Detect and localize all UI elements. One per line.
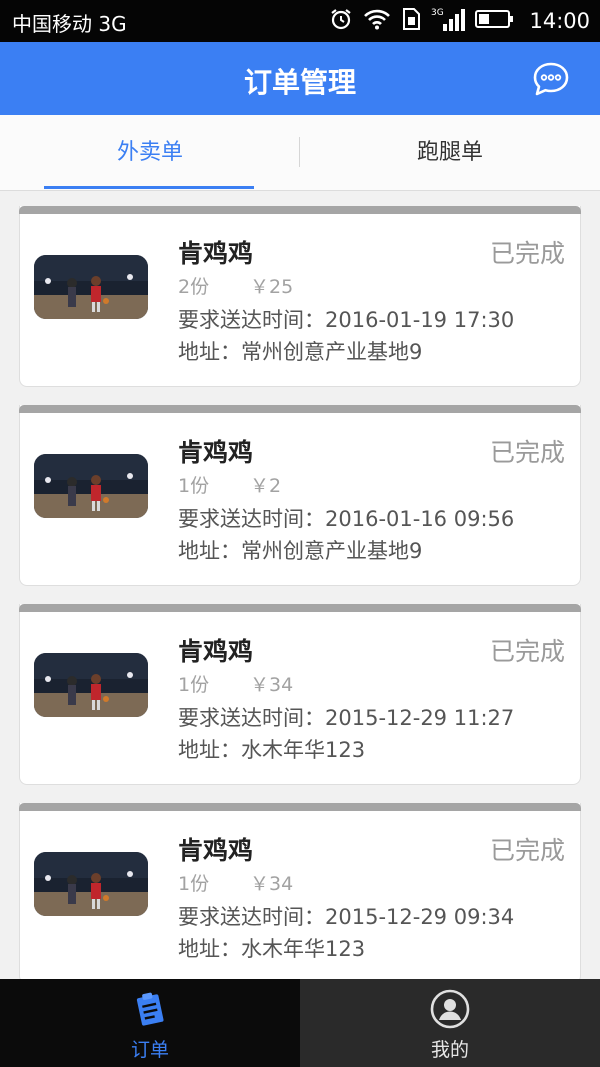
alarm-icon xyxy=(329,7,353,35)
order-price: ￥34 xyxy=(250,873,294,895)
clock-time: 14:00 xyxy=(529,9,590,33)
network-type-label: 3G xyxy=(431,8,444,18)
nav-item-mine[interactable]: 我的 xyxy=(300,979,600,1067)
order-quantity: 1份 xyxy=(178,873,210,895)
delivery-time: 要求送达时间：2016-01-16 09:56 xyxy=(178,507,515,531)
order-thumbnail xyxy=(34,653,148,717)
order-price: ￥25 xyxy=(250,276,294,298)
nav-label-orders: 订单 xyxy=(130,1039,169,1061)
status-badge: 已完成 xyxy=(489,239,565,268)
order-card[interactable]: 肯鸡鸡 已完成 1份 ￥2 要求送达时间：2016-01-16 09:56 地址… xyxy=(19,405,581,586)
status-badge: 已完成 xyxy=(489,438,565,467)
order-card[interactable]: 肯鸡鸡 已完成 2份 ￥25 要求送达时间：2016-01-19 17:30 地… xyxy=(19,206,581,387)
nav-item-orders[interactable]: 订单 xyxy=(0,979,300,1067)
card-top-border xyxy=(19,604,581,612)
order-type-tabs: 外卖单 跑腿单 xyxy=(0,115,600,191)
battery-icon xyxy=(475,9,515,33)
delivery-address: 地址：水木年华123 xyxy=(178,937,366,961)
message-button[interactable] xyxy=(532,61,570,97)
delivery-time: 要求送达时间：2016-01-19 17:30 xyxy=(178,308,515,332)
order-clipboard-icon xyxy=(136,992,164,1026)
order-thumbnail xyxy=(34,852,148,916)
order-quantity: 2份 xyxy=(178,276,210,298)
shop-name: 肯鸡鸡 xyxy=(178,836,254,865)
order-quantity: 1份 xyxy=(178,475,210,497)
app-header: 订单管理 xyxy=(0,42,600,115)
delivery-time: 要求送达时间：2015-12-29 09:34 xyxy=(178,905,515,929)
order-card[interactable]: 肯鸡鸡 已完成 1份 ￥34 要求送达时间：2015-12-29 11:27 地… xyxy=(19,604,581,785)
status-badge: 已完成 xyxy=(489,836,565,865)
order-price: ￥34 xyxy=(250,674,294,696)
wifi-icon xyxy=(363,8,391,34)
status-icons: 3G 14:00 xyxy=(329,6,590,36)
status-badge: 已完成 xyxy=(489,637,565,666)
order-thumbnail xyxy=(34,454,148,518)
delivery-address: 地址：常州创意产业基地9 xyxy=(178,340,423,364)
order-thumbnail xyxy=(34,255,148,319)
bottom-navigation: 订单 我的 xyxy=(0,979,600,1067)
order-card[interactable]: 肯鸡鸡 已完成 1份 ￥34 要求送达时间：2015-12-29 09:34 地… xyxy=(19,803,581,984)
status-bar: 中国移动 3G 3G 14:00 xyxy=(0,0,600,42)
tab-errand[interactable]: 跑腿单 xyxy=(300,115,600,190)
shop-name: 肯鸡鸡 xyxy=(178,637,254,666)
chat-bubble-icon xyxy=(533,62,569,96)
card-top-border xyxy=(19,803,581,811)
card-top-border xyxy=(19,206,581,214)
signal-icon: 3G xyxy=(431,6,466,36)
shop-name: 肯鸡鸡 xyxy=(178,239,254,268)
nav-label-mine: 我的 xyxy=(430,1039,469,1061)
delivery-address: 地址：水木年华123 xyxy=(178,738,366,762)
delivery-time: 要求送达时间：2015-12-29 11:27 xyxy=(178,706,515,730)
card-top-border xyxy=(19,405,581,413)
sim-card-icon xyxy=(401,7,421,35)
tab-takeout[interactable]: 外卖单 xyxy=(0,115,300,190)
shop-name: 肯鸡鸡 xyxy=(178,438,254,467)
delivery-address: 地址：常州创意产业基地9 xyxy=(178,539,423,563)
user-avatar-icon xyxy=(430,989,470,1029)
order-quantity: 1份 xyxy=(178,674,210,696)
active-tab-indicator xyxy=(44,186,254,189)
order-list: 肯鸡鸡 已完成 2份 ￥25 要求送达时间：2016-01-19 17:30 地… xyxy=(19,206,581,1002)
page-title: 订单管理 xyxy=(243,66,356,99)
order-price: ￥2 xyxy=(250,475,282,497)
carrier-label: 中国移动 3G xyxy=(12,12,127,36)
